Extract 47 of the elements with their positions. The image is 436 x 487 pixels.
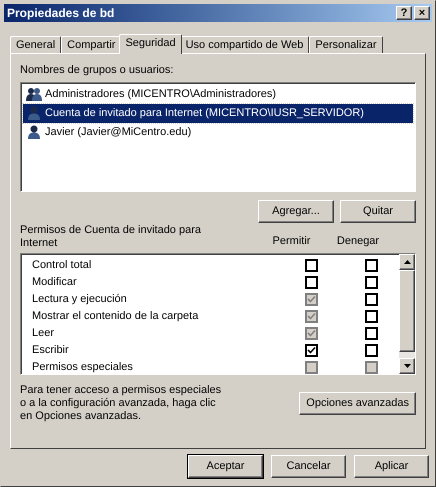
user-list-item[interactable]: Javier (Javier@MiCentro.edu) bbox=[23, 122, 413, 142]
down-arrow-icon bbox=[404, 364, 410, 368]
ok-button[interactable]: Aceptar bbox=[188, 455, 263, 478]
tab[interactable]: Compartir bbox=[61, 36, 122, 53]
checkbox[interactable] bbox=[364, 326, 378, 340]
user-list-item[interactable]: Cuenta de invitado para Internet (MICENTRO\IUSR_SERVIDOR) bbox=[23, 104, 413, 122]
permission-name: Escribir bbox=[31, 342, 70, 358]
users-label: Nombres de grupos o usuarios: bbox=[20, 63, 174, 78]
permission-name: Leer bbox=[31, 326, 56, 341]
help-button[interactable]: ? bbox=[396, 6, 412, 20]
column-header: Denegar bbox=[336, 234, 380, 249]
checkbox[interactable] bbox=[304, 258, 318, 272]
permission-name: Mostrar el contenido de la carpeta bbox=[31, 308, 200, 324]
cancel-button[interactable]: Cancelar bbox=[271, 455, 346, 478]
user-list-item[interactable]: Administradores (MICENTRO\Administradores) bbox=[23, 84, 413, 104]
checkbox[interactable] bbox=[364, 344, 378, 356]
close-button[interactable]: × bbox=[414, 6, 430, 20]
permission-name: Control total bbox=[31, 258, 92, 273]
scroll-thumb[interactable] bbox=[399, 270, 415, 352]
column-header: Permitir bbox=[272, 234, 312, 249]
tab[interactable]: Seguridad bbox=[119, 34, 182, 54]
checkbox[interactable] bbox=[364, 310, 378, 322]
apply-button[interactable]: Aplicar bbox=[354, 455, 429, 478]
remove-button[interactable]: Quitar bbox=[340, 200, 416, 222]
add-button[interactable]: Agregar... bbox=[258, 200, 334, 222]
tab[interactable]: General bbox=[10, 36, 62, 53]
checkbox[interactable] bbox=[364, 276, 378, 288]
checkbox[interactable] bbox=[304, 344, 318, 356]
scrollbar[interactable] bbox=[399, 254, 415, 374]
scroll-up-button[interactable] bbox=[399, 254, 415, 270]
scroll-down-button[interactable] bbox=[399, 358, 415, 374]
user-icon bbox=[26, 124, 42, 140]
tab[interactable]: Uso compartido de Web bbox=[180, 36, 310, 53]
advanced-hint: Para tener acceso a permisos especiales o a la configuración avanzada, haga clic en Opciones avanzadas. bbox=[20, 384, 222, 422]
checkbox[interactable] bbox=[364, 258, 378, 272]
advanced-options-button[interactable]: Opciones avanzadas bbox=[299, 392, 416, 414]
user-icon bbox=[26, 105, 42, 121]
permission-name: Permisos especiales bbox=[31, 360, 134, 374]
user-group-icon bbox=[26, 86, 42, 102]
permission-name: Modificar bbox=[31, 274, 78, 290]
permission-name: Lectura y ejecución bbox=[31, 292, 128, 307]
tab[interactable]: Personalizar bbox=[309, 36, 383, 53]
window-title: Propiedades de bd bbox=[7, 5, 116, 22]
checkbox[interactable] bbox=[304, 276, 318, 288]
up-arrow-icon bbox=[404, 260, 410, 264]
permissions-label: Permisos de Cuenta de invitado para Internet bbox=[20, 224, 202, 250]
checkbox[interactable] bbox=[364, 292, 378, 306]
